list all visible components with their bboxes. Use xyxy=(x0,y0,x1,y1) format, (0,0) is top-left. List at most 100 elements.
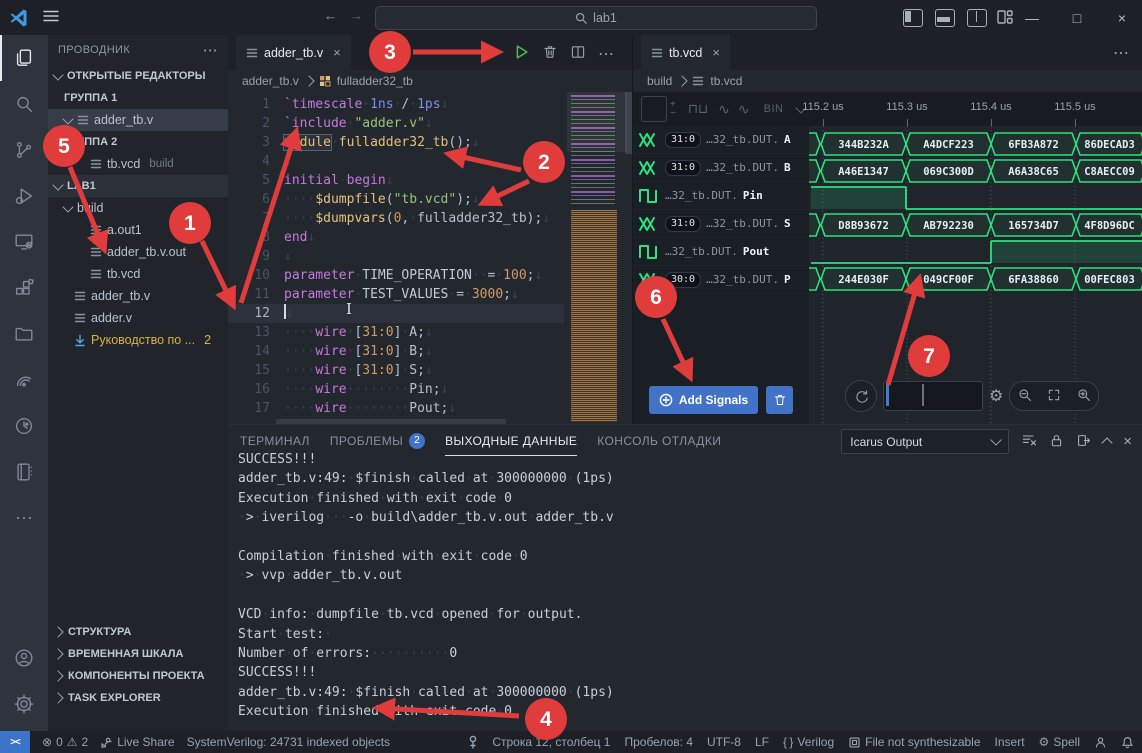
breadcrumb-file[interactable]: adder_tb.v xyxy=(242,74,299,88)
format-select[interactable]: BIN xyxy=(764,103,784,115)
section-компоненты-проекта[interactable]: КОМПОНЕНТЫ ПРОЕКТА xyxy=(48,665,228,687)
signal-row-b[interactable]: 31:0…32_tb.DUT.B xyxy=(633,154,809,182)
indentation-status[interactable]: Пробелов: 4 xyxy=(624,735,693,749)
explorer-item-adder-tb-v[interactable]: adder_tb.v xyxy=(48,109,228,131)
code-editor[interactable]: 1`timescale·1ns·/·1ps↓2`include·"adder.v… xyxy=(228,92,632,424)
feedback-person-icon[interactable] xyxy=(1094,736,1107,749)
signal-row-a[interactable]: 31:0…32_tb.DUT.A xyxy=(633,126,809,154)
wave-minimap-slider[interactable] xyxy=(883,381,983,411)
sine-wave2-icon[interactable]: ∿ xyxy=(738,101,750,118)
waveform-canvas[interactable]: 344B232AA4DCF2236FB3A87286DECAD3A46E1347… xyxy=(809,126,1142,424)
menu-icon[interactable] xyxy=(43,9,59,26)
output-console[interactable]: SUCCESS!!!adder_tb.v:49:·$finish·called·… xyxy=(238,450,1136,732)
synthesis-status[interactable]: File not synthesizable xyxy=(848,735,980,749)
square-wave-icon[interactable]: ⊓⊔ xyxy=(688,101,708,117)
maximize-panel-icon[interactable] xyxy=(1102,437,1113,448)
more-views-icon[interactable]: ⋯ xyxy=(0,495,48,541)
split-editor-icon[interactable] xyxy=(570,44,586,63)
wave-settings-gear-icon[interactable]: ⚙ xyxy=(989,386,1003,406)
breadcrumb-folder[interactable]: build xyxy=(647,74,672,88)
explorer-item-adder-tb-v[interactable]: adder_tb.v xyxy=(48,285,228,307)
nav-forward-icon[interactable]: → xyxy=(350,8,363,23)
explorer-item-build[interactable]: build xyxy=(48,197,228,219)
remote-explorer-icon[interactable] xyxy=(0,219,48,265)
spell-status[interactable]: ⚙Spell xyxy=(1039,735,1080,749)
project-manager-icon[interactable] xyxy=(0,311,48,357)
insert-mode-status[interactable]: Insert xyxy=(995,735,1025,749)
eol-status[interactable]: LF xyxy=(755,735,769,749)
command-search-box[interactable]: lab1 xyxy=(375,6,817,30)
value-box[interactable] xyxy=(641,96,667,122)
remote-indicator[interactable]: >< xyxy=(0,731,30,753)
add-signals-button[interactable]: Add Signals xyxy=(649,386,758,414)
explorer-item-группа-2[interactable]: ГРУППА 2 xyxy=(48,131,228,153)
breadcrumb-file[interactable]: tb.vcd xyxy=(710,74,742,88)
section-task-explorer[interactable]: TASK EXPLORER xyxy=(48,687,228,709)
run-testbench-icon[interactable] xyxy=(512,43,530,64)
source-control-icon[interactable] xyxy=(0,127,48,173)
close-panel-icon[interactable]: × xyxy=(1123,433,1132,450)
explorer-item-a-out1[interactable]: a.out1 xyxy=(48,219,228,241)
notebook-icon[interactable] xyxy=(0,449,48,495)
encoding-status[interactable]: UTF-8 xyxy=(707,735,741,749)
open-in-editor-icon[interactable] xyxy=(1076,433,1091,451)
zoom-out-icon[interactable] xyxy=(1018,388,1032,405)
toggle-panel-icon[interactable] xyxy=(935,9,955,27)
nav-back-icon[interactable]: ← xyxy=(324,8,337,23)
tab-adder-tb-v[interactable]: adder_tb.v × xyxy=(236,35,351,70)
explorer-item-tb-vcd[interactable]: tb.vcdbuild xyxy=(48,153,228,175)
section-временная-шкала[interactable]: ВРЕМЕННАЯ ШКАЛА xyxy=(48,643,228,665)
explorer-item-tb-vcd[interactable]: tb.vcd xyxy=(48,263,228,285)
explorer-item-руководство-по[interactable]: Руководство по ...2 xyxy=(48,329,228,351)
toggle-sidebar-icon[interactable] xyxy=(903,9,923,27)
waveform-breadcrumb[interactable]: build tb.vcd xyxy=(633,70,1142,92)
search-view-icon[interactable] xyxy=(0,81,48,127)
notifications-bell-icon[interactable] xyxy=(1121,736,1134,749)
extensions-icon[interactable] xyxy=(0,265,48,311)
breadcrumb[interactable]: adder_tb.v fulladder32_tb xyxy=(228,70,632,92)
tab-tb-vcd[interactable]: tb.vcd × xyxy=(641,35,730,70)
minimize-button[interactable]: — xyxy=(1012,0,1052,35)
tab-close-icon[interactable]: × xyxy=(333,45,341,60)
value-stepper[interactable]: +− xyxy=(670,100,676,118)
port-icon[interactable] xyxy=(468,735,478,749)
breadcrumb-symbol[interactable]: fulladder32_tb xyxy=(337,74,413,88)
sine-wave-icon[interactable]: ∿ xyxy=(718,101,730,118)
split-editor-layout-icon[interactable] xyxy=(967,9,987,27)
signal-row-pin[interactable]: …32_tb.DUT.Pin xyxy=(633,182,809,210)
cursor-position-status[interactable]: Строка 12, столбец 1 xyxy=(492,735,610,749)
live-share-status[interactable]: Live Share xyxy=(100,735,174,749)
explorer-item-открытые-редакторы[interactable]: ОТКРЫТЫЕ РЕДАКТОРЫ xyxy=(48,65,228,87)
indexer-status[interactable]: SystemVerilog: 24731 indexed objects xyxy=(187,735,390,749)
explorer-item-adder-v[interactable]: adder.v xyxy=(48,307,228,329)
signal-row-s[interactable]: 31:0…32_tb.DUT.S xyxy=(633,210,809,238)
explorer-icon[interactable] xyxy=(0,35,48,81)
account-icon[interactable] xyxy=(0,635,48,681)
problems-status[interactable]: ⊗0 ⚠2 xyxy=(42,735,88,749)
language-status[interactable]: { }Verilog xyxy=(783,735,834,749)
editor-more-icon[interactable]: ⋯ xyxy=(598,44,614,64)
remove-signals-button[interactable] xyxy=(766,386,793,414)
vertical-scrollbar[interactable] xyxy=(625,92,632,154)
section-структура[interactable]: СТРУКТУРА xyxy=(48,621,228,643)
zoom-fit-icon[interactable] xyxy=(1047,388,1061,405)
timeline-clock-icon[interactable] xyxy=(0,403,48,449)
reload-button[interactable] xyxy=(845,380,877,412)
zoom-in-icon[interactable] xyxy=(1077,388,1091,405)
explorer-more-icon[interactable]: ⋯ xyxy=(203,41,218,59)
settings-gear-icon[interactable] xyxy=(0,681,48,727)
close-button[interactable]: × xyxy=(1102,0,1142,35)
run-debug-icon[interactable] xyxy=(0,173,48,219)
minimap[interactable] xyxy=(567,92,627,418)
signal-row-pout[interactable]: …32_tb.DUT.Pout xyxy=(633,238,809,266)
lock-scroll-icon[interactable] xyxy=(1049,433,1064,451)
maximize-button[interactable]: □ xyxy=(1057,0,1097,35)
explorer-item-lab1[interactable]: LAB1 xyxy=(48,175,228,197)
explorer-item-группа-1[interactable]: ГРУППА 1 xyxy=(48,87,228,109)
waveform-more-icon[interactable]: ⋯ xyxy=(1113,43,1129,63)
clear-output-icon[interactable] xyxy=(1021,432,1037,451)
trash-icon[interactable] xyxy=(542,44,558,63)
signal-row-p[interactable]: 30:0…32_tb.DUT.P xyxy=(633,266,809,294)
tab-close-icon[interactable]: × xyxy=(712,45,720,60)
explorer-item-adder-tb-v-out[interactable]: adder_tb.v.out xyxy=(48,241,228,263)
